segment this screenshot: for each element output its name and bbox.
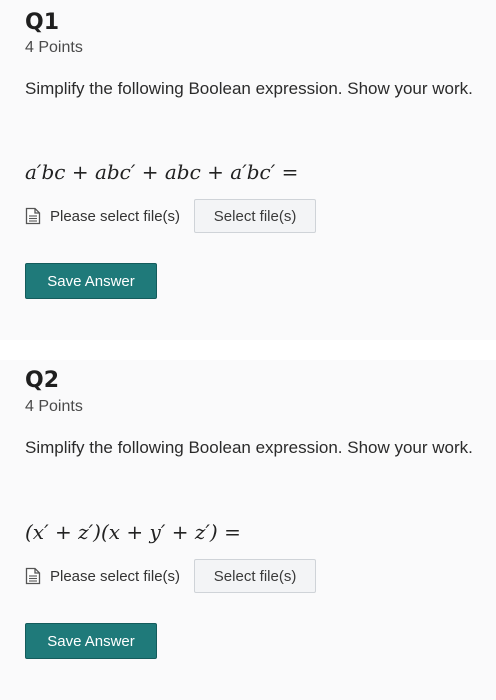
- question-title: Q2: [25, 368, 60, 393]
- file-status-label: Please select file(s): [50, 207, 181, 225]
- question-title: Q1: [25, 10, 60, 35]
- question-prompt: Simplify the following Boolean expressio…: [25, 79, 473, 98]
- select-files-button[interactable]: Select file(s): [194, 559, 317, 593]
- page: Q1 4 Points Simplify the following Boole…: [0, 0, 496, 700]
- file-upload-row: Please select file(s) Select file(s): [25, 558, 317, 594]
- select-files-button[interactable]: Select file(s): [194, 199, 317, 233]
- question-points: 4 Points: [25, 39, 83, 56]
- boolean-expression: (x′ + z′)(x + y′ + z′) =: [25, 520, 241, 544]
- question-points: 4 Points: [25, 398, 83, 415]
- document-icon: [25, 207, 41, 225]
- boolean-expression: a′bc + abc′ + abc + a′bc′ =: [25, 160, 299, 184]
- question-prompt: Simplify the following Boolean expressio…: [25, 438, 473, 457]
- file-upload-row: Please select file(s) Select file(s): [25, 198, 317, 234]
- question-q2: Q2 4 Points Simplify the following Boole…: [0, 360, 496, 700]
- save-answer-button[interactable]: Save Answer: [25, 623, 157, 659]
- save-answer-button[interactable]: Save Answer: [25, 263, 157, 299]
- file-status-label: Please select file(s): [50, 567, 181, 585]
- document-icon: [25, 567, 41, 585]
- question-q1: Q1 4 Points Simplify the following Boole…: [0, 0, 496, 340]
